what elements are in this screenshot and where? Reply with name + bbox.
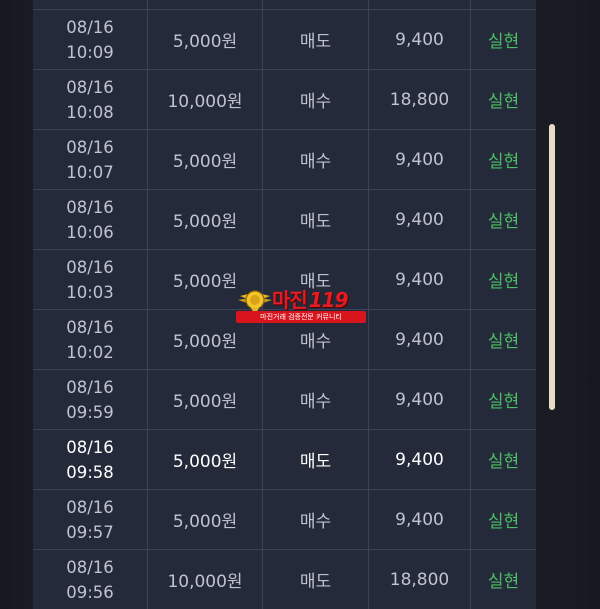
time-text: 10:09 — [66, 42, 114, 62]
amount-cell: 5,000원 — [148, 10, 263, 69]
result-cell: 실현 — [487, 332, 520, 352]
date-text: 08/16 — [66, 437, 114, 457]
time-cell: 08/16 09:59 — [33, 370, 148, 429]
result-cell: 실현 — [487, 92, 520, 112]
trade-type-cell: 매도 — [263, 430, 369, 489]
time-cell: 08/16 09:58 — [33, 430, 148, 489]
date-text: 08/16 — [66, 317, 114, 337]
result-cell: 실현 — [487, 212, 520, 232]
price-cell: 9,400 — [369, 310, 471, 369]
price-cell: 18,800 — [369, 70, 471, 129]
watermark-subtitle: 마진거래 검증전문 커뮤니티 — [236, 311, 366, 323]
price-cell: 9,400 — [369, 190, 471, 249]
time-text: 09:57 — [66, 522, 114, 542]
time-text: 10:03 — [66, 282, 114, 302]
amount-cell: 5,000원 — [148, 190, 263, 249]
time-text: 09:58 — [66, 462, 114, 482]
time-text: 10:02 — [66, 342, 114, 362]
price-cell: 9,400 — [369, 430, 471, 489]
result-cell: 실현 — [487, 152, 520, 172]
result-cell: 실현 — [487, 392, 520, 412]
price-cell: 9,400 — [369, 10, 471, 69]
time-text: 10:08 — [66, 102, 114, 122]
date-text: 08/16 — [66, 377, 114, 397]
date-text: 08/16 — [66, 197, 114, 217]
table-top-edge — [33, 0, 536, 10]
price-cell: 9,400 — [369, 370, 471, 429]
table-row[interactable]: 08/16 10:09 5,000원 매도 9,400 실현 — [33, 10, 536, 70]
date-text: 08/16 — [66, 497, 114, 517]
result-cell: 실현 — [487, 512, 520, 532]
time-cell: 08/16 10:09 — [33, 10, 148, 69]
date-text: 08/16 — [66, 17, 114, 37]
time-cell: 08/16 09:57 — [33, 490, 148, 549]
result-cell: 실현 — [487, 32, 520, 52]
table-row[interactable]: 08/16 10:06 5,000원 매도 9,400 실현 — [33, 190, 536, 250]
trade-type-cell: 매도 — [263, 10, 369, 69]
trade-type-cell: 매수 — [263, 130, 369, 189]
amount-cell: 5,000원 — [148, 430, 263, 489]
price-cell: 9,400 — [369, 250, 471, 309]
time-cell: 08/16 10:02 — [33, 310, 148, 369]
trade-type-cell: 매도 — [263, 550, 369, 609]
price-cell: 18,800 — [369, 550, 471, 609]
trade-type-cell: 매도 — [263, 190, 369, 249]
table-row[interactable]: 08/16 09:58 5,000원 매도 9,400 실현 — [33, 430, 536, 490]
trade-type-cell: 매수 — [263, 70, 369, 129]
amount-cell: 5,000원 — [148, 130, 263, 189]
time-text: 09:56 — [66, 582, 114, 602]
time-cell: 08/16 10:03 — [33, 250, 148, 309]
time-cell: 08/16 10:07 — [33, 130, 148, 189]
date-text: 08/16 — [66, 557, 114, 577]
result-cell: 실현 — [487, 452, 520, 472]
table-row[interactable]: 08/16 09:57 5,000원 매수 9,400 실현 — [33, 490, 536, 550]
table-row[interactable]: 08/16 09:59 5,000원 매수 9,400 실현 — [33, 370, 536, 430]
result-cell: 실현 — [487, 272, 520, 292]
table-row[interactable]: 08/16 10:08 10,000원 매수 18,800 실현 — [33, 70, 536, 130]
date-text: 08/16 — [66, 137, 114, 157]
time-text: 10:06 — [66, 222, 114, 242]
trade-type-cell: 매수 — [263, 490, 369, 549]
date-text: 08/16 — [66, 77, 114, 97]
time-cell: 08/16 10:06 — [33, 190, 148, 249]
price-cell: 9,400 — [369, 130, 471, 189]
table-row[interactable]: 08/16 10:07 5,000원 매수 9,400 실현 — [33, 130, 536, 190]
time-text: 09:59 — [66, 402, 114, 422]
time-cell: 08/16 09:56 — [33, 550, 148, 609]
watermark-logo: 마진 119 마진거래 검증전문 커뮤니티 — [236, 286, 368, 326]
price-cell: 9,400 — [369, 490, 471, 549]
scrollbar-thumb[interactable] — [549, 124, 555, 410]
amount-cell: 5,000원 — [148, 370, 263, 429]
amount-cell: 10,000원 — [148, 550, 263, 609]
watermark-title: 마진 119 — [272, 288, 349, 312]
table-row[interactable]: 08/16 09:56 10,000원 매도 18,800 실현 — [33, 550, 536, 609]
amount-cell: 10,000원 — [148, 70, 263, 129]
date-text: 08/16 — [66, 257, 114, 277]
trade-type-cell: 매수 — [263, 370, 369, 429]
time-text: 10:07 — [66, 162, 114, 182]
amount-cell: 5,000원 — [148, 490, 263, 549]
time-cell: 08/16 10:08 — [33, 70, 148, 129]
trade-history-screen: 08/16 10:09 5,000원 매도 9,400 실현 08/16 10:08 10,00… — [0, 0, 600, 609]
result-cell: 실현 — [487, 572, 520, 592]
